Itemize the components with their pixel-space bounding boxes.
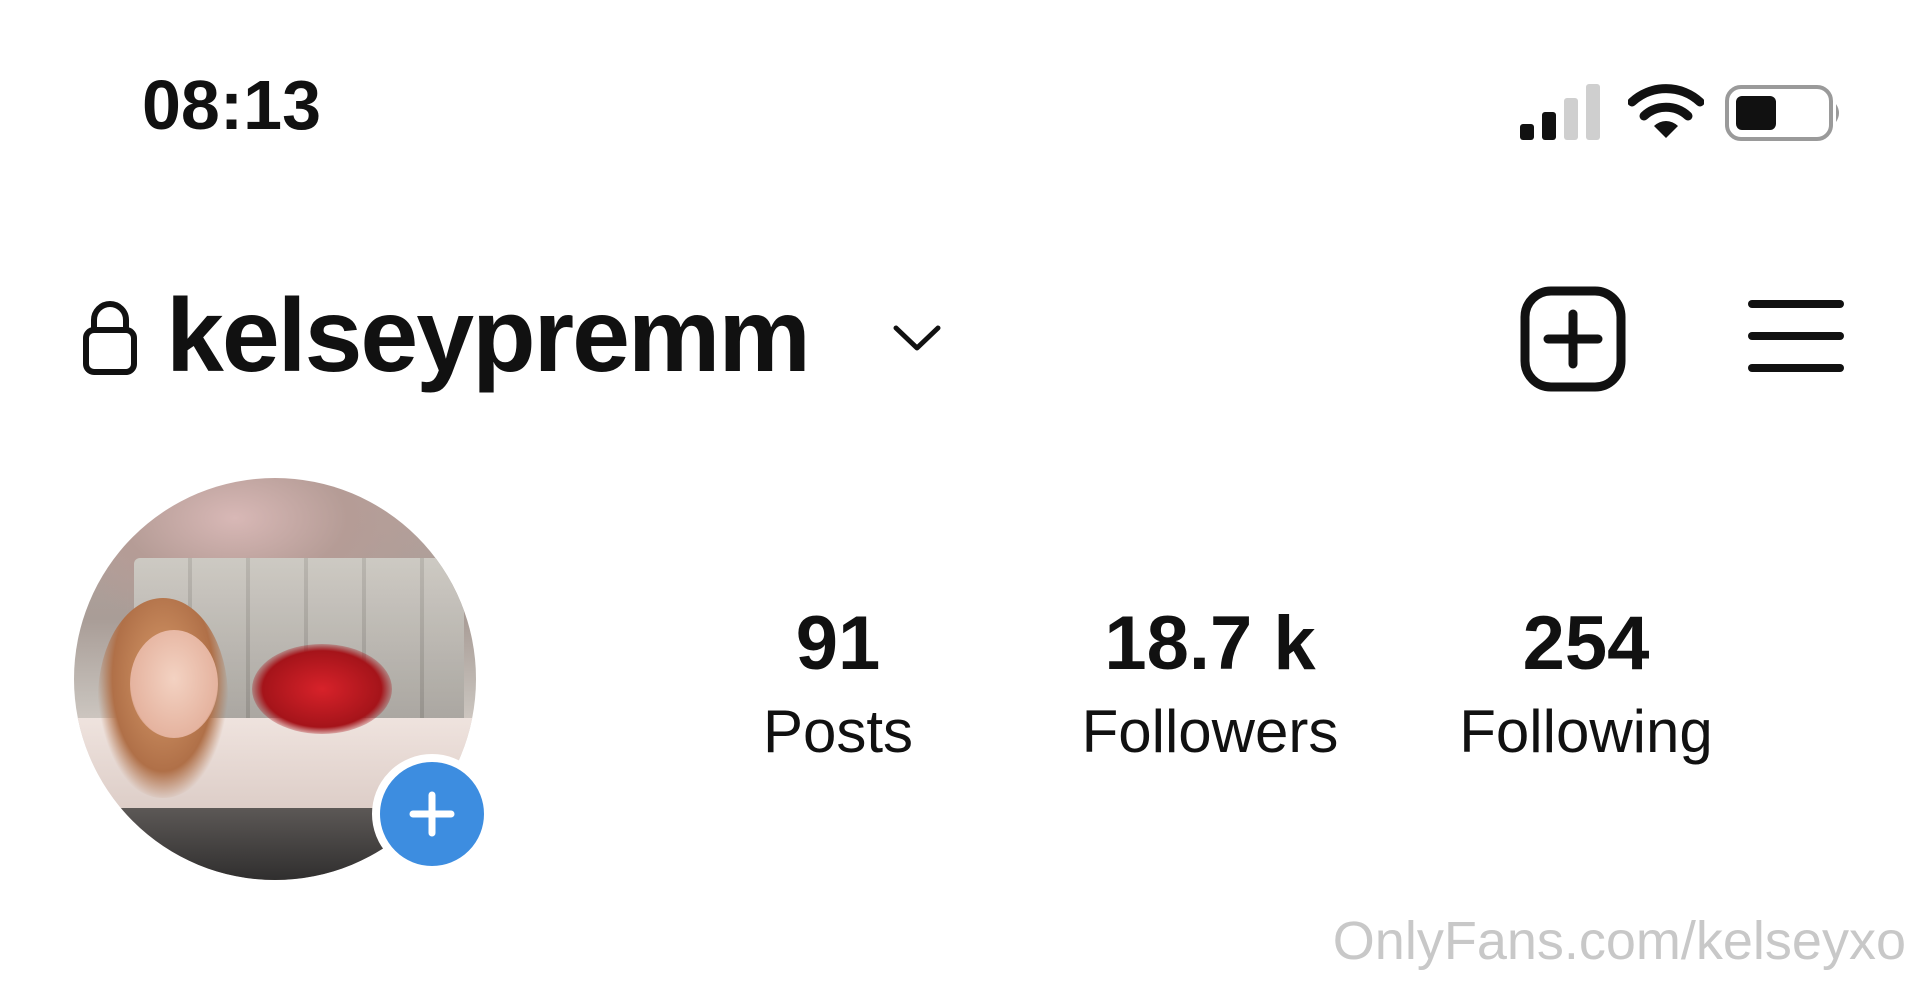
new-post-button[interactable] <box>1520 286 1626 392</box>
stat-value: 91 <box>795 601 881 686</box>
plus-icon <box>409 791 455 837</box>
stat-following[interactable]: 254 Following <box>1436 606 1736 762</box>
status-time: 08:13 <box>142 66 322 144</box>
battery-icon <box>1725 85 1839 141</box>
stat-label: Followers <box>1081 698 1339 765</box>
lock-icon <box>83 301 137 375</box>
stat-followers[interactable]: 18.7 k Followers <box>1060 606 1360 762</box>
wifi-icon <box>1628 84 1704 138</box>
stat-value: 254 <box>1522 601 1650 686</box>
watermark: OnlyFans.com/kelseyxo <box>1332 911 1906 971</box>
avatar-photo-garment <box>252 644 392 734</box>
stat-value: 18.7 k <box>1104 601 1316 686</box>
chevron-down-icon[interactable] <box>892 322 942 354</box>
hamburger-menu-icon[interactable] <box>1748 294 1844 378</box>
avatar-photo-face <box>130 630 218 738</box>
add-story-button[interactable] <box>372 754 492 874</box>
stat-label: Posts <box>762 698 914 765</box>
profile-username[interactable]: kelseypremm <box>166 284 811 388</box>
stat-label: Following <box>1459 698 1713 765</box>
signal-icon <box>1520 84 1600 140</box>
stat-posts[interactable]: 91 Posts <box>738 606 938 762</box>
profile-screen: 08:13 kelseypremm 91 Posts 18.7 k Follow… <box>0 0 1920 984</box>
